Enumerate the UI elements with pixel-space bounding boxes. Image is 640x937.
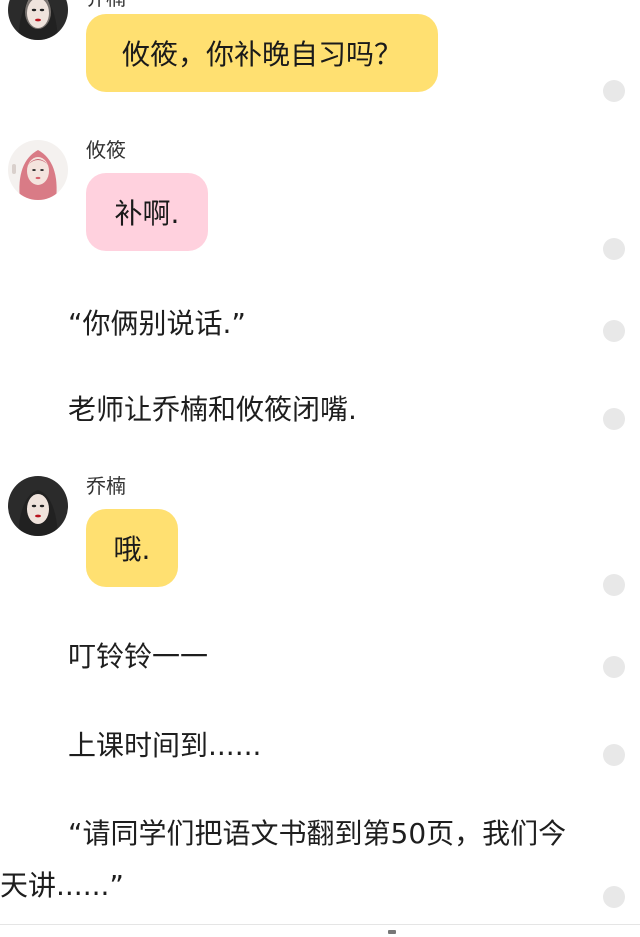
avatar-qiaonan-icon — [8, 0, 68, 40]
speaker-name: 攸筱 — [86, 138, 126, 162]
chat-story-page: 乔楠 攸筱，你补晚自习吗？ 攸筱 补啊. “你俩别说话.” 老师让乔楠和攸筱闭嘴… — [0, 0, 640, 937]
message-bubble: 哦. — [86, 509, 178, 587]
circle-icon[interactable] — [603, 320, 625, 342]
avatar-qiaonan[interactable] — [8, 476, 68, 536]
circle-icon[interactable] — [603, 744, 625, 766]
scroll-indicator — [388, 930, 396, 934]
message-bubble: 补啊. — [86, 173, 208, 251]
avatar-youxiao-icon — [8, 140, 68, 200]
divider — [0, 924, 640, 925]
circle-icon[interactable] — [603, 656, 625, 678]
narration-text: 老师让乔楠和攸筱闭嘴. — [68, 393, 357, 426]
narration-text: 叮铃铃一一 — [68, 640, 209, 673]
narration-text: “你俩别说话.” — [68, 307, 246, 340]
speaker-name: 乔楠 — [86, 474, 126, 498]
message-bubble: 攸筱，你补晚自习吗？ — [86, 14, 438, 92]
circle-icon[interactable] — [603, 238, 625, 260]
circle-icon[interactable] — [603, 574, 625, 596]
avatar-qiaonan[interactable] — [8, 0, 68, 40]
avatar-youxiao[interactable] — [8, 140, 68, 200]
circle-icon[interactable] — [603, 886, 625, 908]
avatar-qiaonan-icon — [8, 476, 68, 536]
speaker-name: 乔楠 — [86, 0, 126, 8]
narration-paragraph: “请同学们把语文书翻到第50页，我们今天讲......” — [0, 817, 567, 902]
circle-icon[interactable] — [603, 80, 625, 102]
circle-icon[interactable] — [603, 408, 625, 430]
narration-text: 上课时间到...... — [68, 729, 262, 762]
